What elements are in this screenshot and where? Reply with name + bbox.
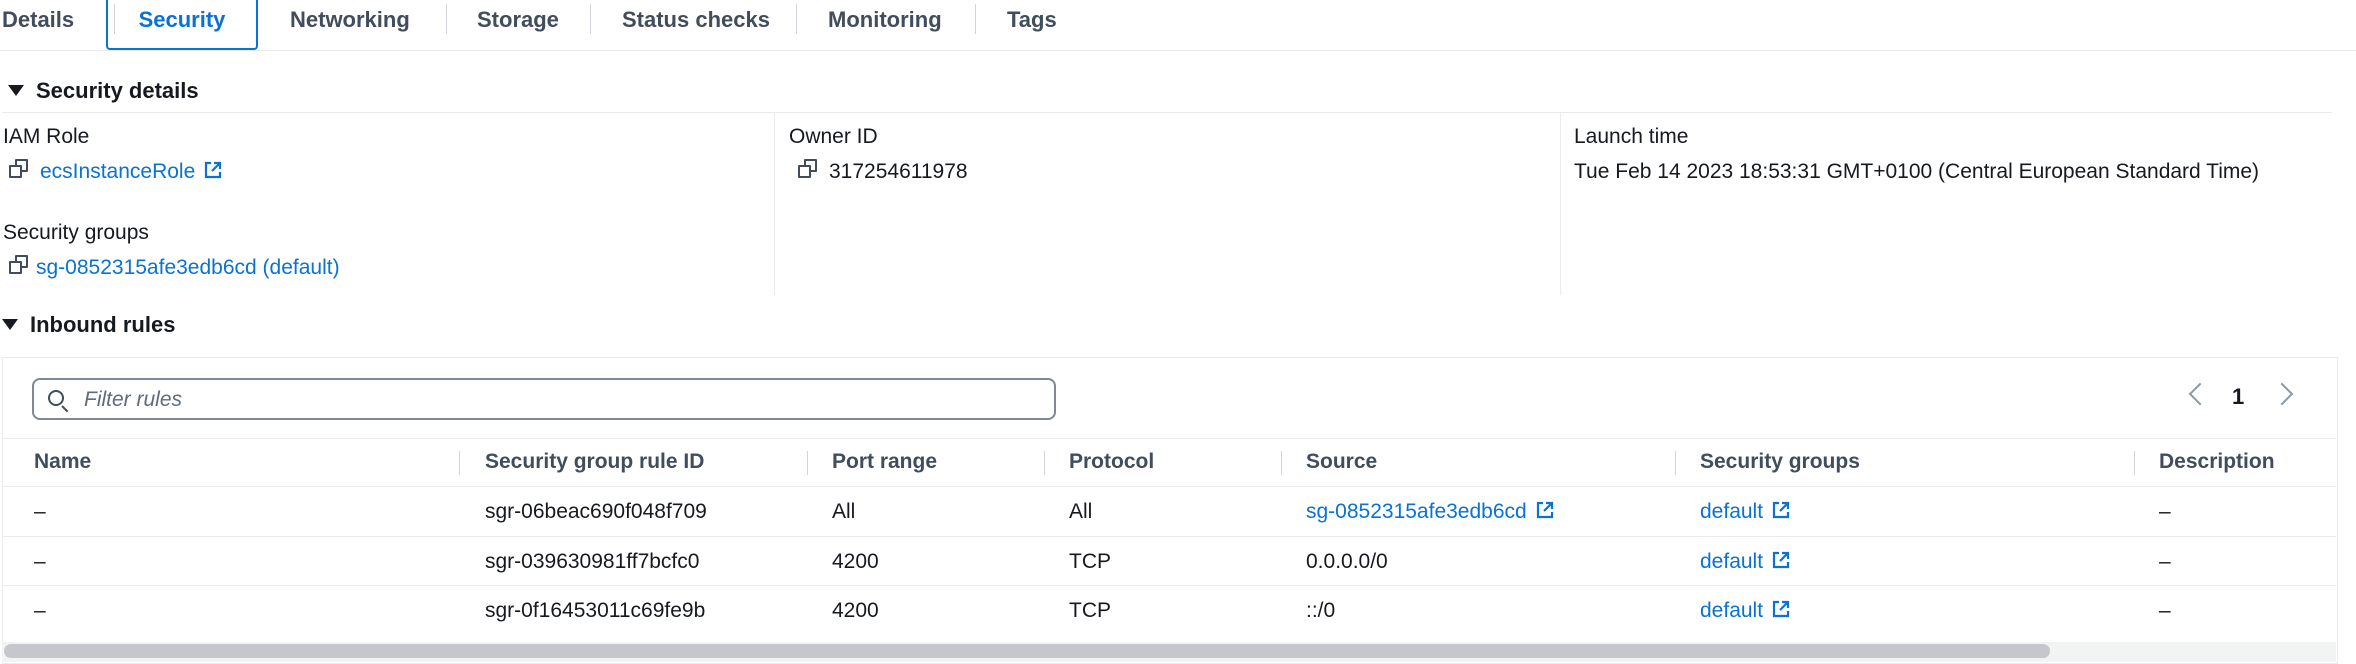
security-details-header[interactable]: Security details	[8, 78, 199, 104]
row-divider	[2, 585, 2336, 586]
cell-security-group: default	[1700, 500, 1791, 524]
tab-networking[interactable]: Networking	[290, 0, 410, 50]
cell-source: ::/0	[1306, 599, 1336, 622]
cell-source: 0.0.0.0/0	[1306, 550, 1388, 573]
external-link-icon	[203, 160, 223, 180]
external-link-icon	[1535, 500, 1555, 520]
col-rule-id-header[interactable]: Security group rule ID	[485, 450, 704, 474]
security-groups-label: Security groups	[3, 221, 149, 244]
tab-storage[interactable]: Storage	[477, 0, 559, 50]
cell-protocol: TCP	[1069, 599, 1111, 622]
external-link-icon	[1771, 500, 1791, 520]
tab-status-checks[interactable]: Status checks	[622, 0, 770, 50]
cell-protocol: TCP	[1069, 550, 1111, 573]
security-group-link[interactable]: default	[1700, 500, 1763, 523]
col-security-groups-header[interactable]: Security groups	[1700, 450, 1860, 474]
cell-port-range: 4200	[832, 599, 879, 622]
col-resizer[interactable]	[1281, 451, 1282, 475]
row-divider	[2, 536, 2336, 537]
owner-id-value: 317254611978	[797, 159, 968, 184]
copy-icon[interactable]	[797, 159, 819, 181]
copy-icon[interactable]	[8, 255, 30, 277]
tab-monitoring[interactable]: Monitoring	[828, 0, 942, 50]
col-port-range-header[interactable]: Port range	[832, 450, 937, 474]
scrollbar-thumb[interactable]	[4, 644, 2050, 658]
tab-details[interactable]: Details	[2, 0, 74, 50]
inbound-rules-title: Inbound rules	[30, 312, 176, 337]
owner-id-label: Owner ID	[789, 125, 878, 148]
tab-divider	[590, 4, 591, 34]
cell-rule-id: sgr-06beac690f048f709	[485, 500, 707, 523]
cell-port-range: 4200	[832, 550, 879, 573]
header-bottom-line	[2, 486, 2336, 487]
security-details-title: Security details	[36, 78, 199, 103]
inbound-rules-header[interactable]: Inbound rules	[2, 312, 175, 338]
cell-name: –	[34, 550, 46, 573]
cell-description: –	[2159, 500, 2171, 523]
col-protocol-header[interactable]: Protocol	[1069, 450, 1154, 474]
cell-source: sg-0852315afe3edb6cd	[1306, 500, 1555, 524]
external-link-icon	[1771, 599, 1791, 619]
column-divider	[774, 113, 775, 295]
cell-port-range: All	[832, 500, 856, 523]
launch-time-value: Tue Feb 14 2023 18:53:31 GMT+0100 (Centr…	[1574, 160, 2260, 183]
filter-placeholder: Filter rules	[84, 388, 183, 411]
page-number[interactable]: 1	[2232, 384, 2244, 410]
col-resizer[interactable]	[459, 451, 460, 475]
security-group-link[interactable]: default	[1700, 550, 1763, 573]
external-link-icon	[1771, 550, 1791, 570]
search-icon	[48, 390, 64, 406]
cell-description: –	[2159, 550, 2171, 573]
cell-name: –	[34, 599, 46, 622]
filter-rules-input[interactable]: Filter rules	[32, 378, 1056, 420]
iam-role-link[interactable]: ecsInstanceRole	[40, 160, 195, 183]
cell-rule-id: sgr-039630981ff7bcfc0	[485, 550, 700, 573]
tab-divider	[796, 4, 797, 34]
header-top-line	[2, 438, 2336, 439]
cell-name: –	[34, 500, 46, 523]
tab-divider	[446, 4, 447, 34]
caret-down-icon	[2, 318, 18, 330]
copy-icon[interactable]	[8, 159, 30, 181]
security-group-link[interactable]: default	[1700, 599, 1763, 622]
launch-time-label: Launch time	[1574, 125, 1689, 148]
cell-security-group: default	[1700, 599, 1791, 623]
column-divider	[1560, 113, 1561, 295]
col-description-header[interactable]: Description	[2159, 450, 2275, 474]
iam-role-value: ecsInstanceRole	[8, 159, 223, 184]
caret-down-icon	[8, 84, 24, 96]
iam-role-label: IAM Role	[3, 125, 90, 148]
col-resizer[interactable]	[2134, 451, 2135, 475]
cell-protocol: All	[1069, 500, 1093, 523]
tab-divider	[975, 4, 976, 34]
tab-bar: Details Security Networking Storage Stat…	[0, 0, 2356, 51]
col-source-header[interactable]: Source	[1306, 450, 1377, 474]
cell-description: –	[2159, 599, 2171, 622]
col-resizer[interactable]	[807, 451, 808, 475]
col-name-header[interactable]: Name	[34, 450, 91, 474]
tab-tags[interactable]: Tags	[1007, 0, 1057, 50]
col-resizer[interactable]	[1044, 451, 1045, 475]
cell-rule-id: sgr-0f16453011c69fe9b	[485, 599, 706, 622]
cell-security-group: default	[1700, 550, 1791, 574]
source-link[interactable]: sg-0852315afe3edb6cd	[1306, 500, 1527, 523]
owner-id-text: 317254611978	[829, 160, 968, 183]
divider	[2, 112, 2332, 113]
security-groups-value: sg-0852315afe3edb6cd (default)	[8, 255, 340, 280]
tab-security[interactable]: Security	[106, 0, 258, 50]
security-group-link[interactable]: sg-0852315afe3edb6cd (default)	[36, 256, 340, 279]
col-resizer[interactable]	[1675, 451, 1676, 475]
